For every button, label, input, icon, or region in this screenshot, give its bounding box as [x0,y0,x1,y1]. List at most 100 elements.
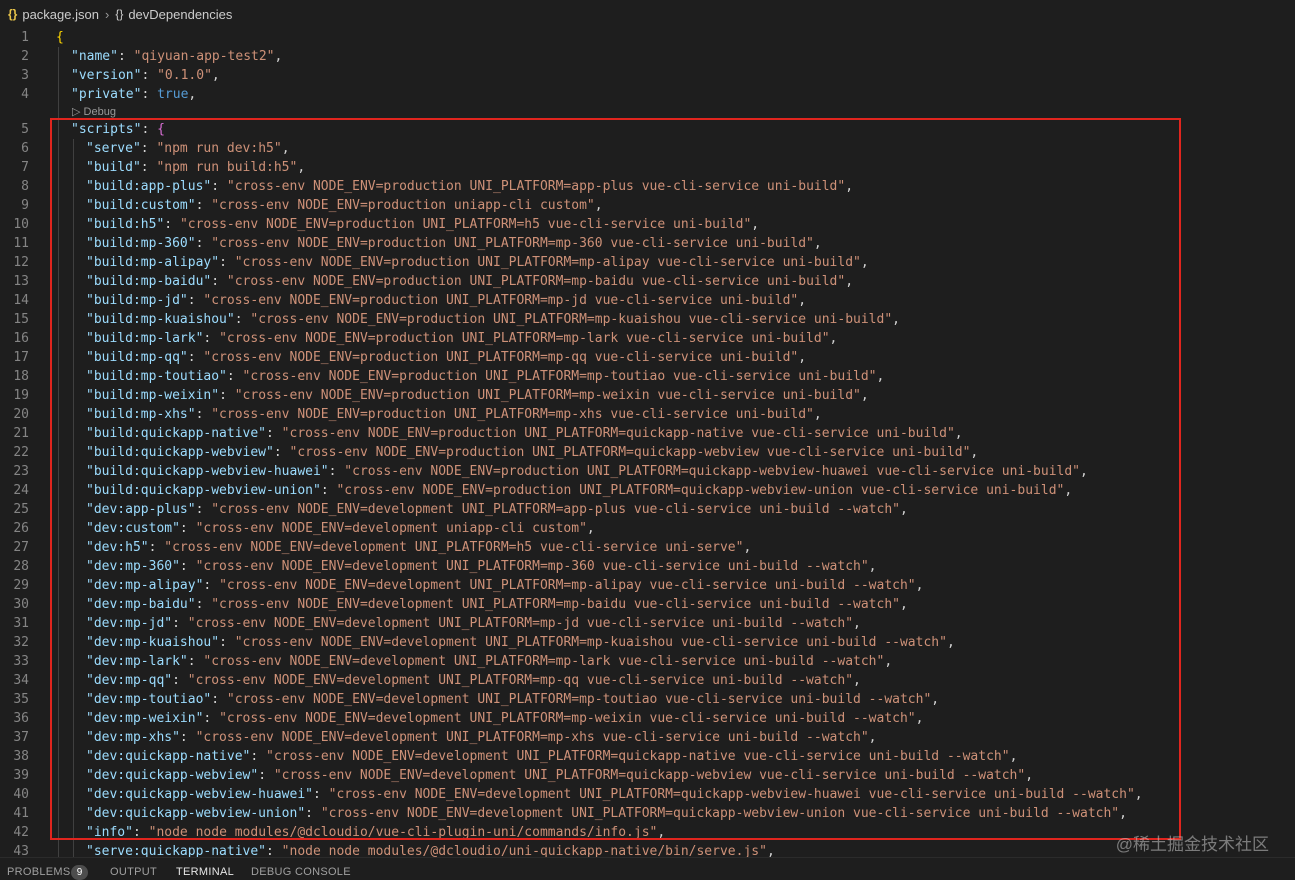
code-text: "dev:custom": "cross-env NODE_ENV=develo… [86,521,595,536]
json-value: "cross-env NODE_ENV=development UNI_PLAT… [211,597,900,612]
code-line[interactable]: 43 "serve:quickapp-native": "node node_mo… [0,842,1295,857]
code-line[interactable]: 24 "build:quickapp-webview-union": "cross… [0,481,1295,500]
code-text: "build:mp-weixin": "cross-env NODE_ENV=p… [86,388,869,403]
json-punctuation: , [1009,749,1018,764]
code-line[interactable]: 33 "dev:mp-lark": "cross-env NODE_ENV=dev… [0,652,1295,671]
code-line[interactable]: 14 "build:mp-jd": "cross-env NODE_ENV=pro… [0,291,1295,310]
code-line[interactable]: 17 "build:mp-qq": "cross-env NODE_ENV=pro… [0,348,1295,367]
code-line[interactable]: 7 "build": "npm run build:h5", [0,158,1295,177]
code-text: "dev:mp-baidu": "cross-env NODE_ENV=deve… [86,597,908,612]
code-line[interactable]: 19 "build:mp-weixin": "cross-env NODE_ENV… [0,386,1295,405]
code-line[interactable]: 28 "dev:mp-360": "cross-env NODE_ENV=deve… [0,557,1295,576]
json-punctuation: , [657,825,666,840]
code-line[interactable]: 31 "dev:mp-jd": "cross-env NODE_ENV=devel… [0,614,1295,633]
code-text: "build:quickapp-native": "cross-env NODE… [86,426,963,441]
json-key: "build" [86,160,141,175]
breadcrumb-symbol[interactable]: devDependencies [128,7,232,22]
line-number: 4 [21,87,29,102]
json-key: "build:quickapp-webview-union" [86,483,321,498]
debug-codelens[interactable]: ▷ Debug [72,105,116,119]
code-line[interactable]: 8 "build:app-plus": "cross-env NODE_ENV=p… [0,177,1295,196]
json-value: "cross-env NODE_ENV=development UNI_PLAT… [211,502,900,517]
line-number: 40 [13,787,29,802]
json-punctuation: , [876,369,885,384]
code-editor[interactable]: 1{2 "name": "qiyuan-app-test2", 3 "version"… [0,28,1295,857]
code-line[interactable]: 21 "build:quickapp-native": "cross-env NO… [0,424,1295,443]
tab-output[interactable]: OUTPUT [110,866,157,878]
code-line[interactable]: 5 "scripts": { [0,120,1295,139]
code-line[interactable]: 32 "dev:mp-kuaishou": "cross-env NODE_ENV… [0,633,1295,652]
code-line[interactable]: 38 "dev:quickapp-native": "cross-env NODE… [0,747,1295,766]
code-line[interactable]: 29 "dev:mp-alipay": "cross-env NODE_ENV=d… [0,576,1295,595]
code-line[interactable]: 16 "build:mp-lark": "cross-env NODE_ENV=p… [0,329,1295,348]
code-line[interactable]: 37 "dev:mp-xhs": "cross-env NODE_ENV=deve… [0,728,1295,747]
code-text: "build:mp-baidu": "cross-env NODE_ENV=pr… [86,274,854,289]
open-brace: { [56,30,64,45]
code-line[interactable]: 6 "serve": "npm run dev:h5", [0,139,1295,158]
json-value: "cross-env NODE_ENV=development UNI_PLAT… [234,635,947,650]
breadcrumb: {} package.json › {} devDependencies [0,0,1295,28]
json-value: "cross-env NODE_ENV=production UNI_PLATF… [281,426,955,441]
json-key: "serve:quickapp-native" [86,844,267,857]
code-line[interactable]: 39 "dev:quickapp-webview": "cross-env NOD… [0,766,1295,785]
tab-terminal[interactable]: TERMINAL [176,866,234,878]
code-line[interactable]: 13 "build:mp-baidu": "cross-env NODE_ENV=… [0,272,1295,291]
code-line[interactable]: 36 "dev:mp-weixin": "cross-env NODE_ENV=d… [0,709,1295,728]
code-text: "build:mp-lark": "cross-env NODE_ENV=pro… [86,331,838,346]
code-line[interactable]: 4 "private": true, [0,85,1295,104]
json-punctuation: , [1025,768,1034,783]
code-text: "serve": "npm run dev:h5", [86,141,290,156]
json-key: "serve" [86,141,141,156]
line-number: 5 [21,122,29,137]
chevron-right-icon: › [104,6,110,22]
code-line[interactable]: 41 "dev:quickapp-webview-union": "cross-e… [0,804,1295,823]
line-number: 9 [21,198,29,213]
breadcrumb-file[interactable]: package.json [22,7,99,22]
code-line[interactable]: 15 "build:mp-kuaishou": "cross-env NODE_E… [0,310,1295,329]
code-line[interactable]: 10 "build:h5": "cross-env NODE_ENV=produc… [0,215,1295,234]
code-line[interactable]: 40 "dev:quickapp-webview-huawei": "cross-… [0,785,1295,804]
code-text: "dev:mp-weixin": "cross-env NODE_ENV=dev… [86,711,924,726]
code-line[interactable]: 35 "dev:mp-toutiao": "cross-env NODE_ENV=… [0,690,1295,709]
code-line[interactable]: 2 "name": "qiyuan-app-test2", [0,47,1295,66]
line-number: 12 [13,255,29,270]
json-key: "dev:h5" [86,540,149,555]
code-line[interactable]: 27 "dev:h5": "cross-env NODE_ENV=developm… [0,538,1295,557]
json-key: "dev:quickapp-native" [86,749,251,764]
code-text: "build:h5": "cross-env NODE_ENV=producti… [86,217,760,232]
line-number: 23 [13,464,29,479]
line-number: 21 [13,426,29,441]
json-value: "cross-env NODE_ENV=development UNI_PLAT… [320,806,1120,821]
code-text: "build:quickapp-webview-huawei": "cross-… [86,464,1088,479]
json-value: "cross-env NODE_ENV=development UNI_PLAT… [219,711,916,726]
json-punctuation: , [751,217,760,232]
code-line[interactable]: 3 "version": "0.1.0", [0,66,1295,85]
code-line[interactable]: 34 "dev:mp-qq": "cross-env NODE_ENV=devel… [0,671,1295,690]
code-line[interactable]: 25 "dev:app-plus": "cross-env NODE_ENV=de… [0,500,1295,519]
json-punctuation: , [211,68,220,83]
code-line[interactable]: 30 "dev:mp-baidu": "cross-env NODE_ENV=de… [0,595,1295,614]
json-value: "cross-env NODE_ENV=development UNI_PLAT… [219,578,916,593]
code-line[interactable]: 1{ [0,28,1295,47]
tab-problems[interactable]: PROBLEMS [7,866,71,878]
json-punctuation: , [813,407,822,422]
json-value: "qiyuan-app-test2" [133,49,275,64]
json-key: "dev:mp-qq" [86,673,173,688]
code-line[interactable]: 23 "build:quickapp-webview-huawei": "cros… [0,462,1295,481]
tab-debug-console[interactable]: DEBUG CONSOLE [251,866,351,878]
line-number: 36 [13,711,29,726]
code-line[interactable]: 11 "build:mp-360": "cross-env NODE_ENV=pr… [0,234,1295,253]
json-punctuation: , [899,597,908,612]
code-line[interactable]: 12 "build:mp-alipay": "cross-env NODE_ENV… [0,253,1295,272]
code-text: "dev:h5": "cross-env NODE_ENV=developmen… [86,540,752,555]
code-text: "dev:mp-qq": "cross-env NODE_ENV=develop… [86,673,861,688]
code-line[interactable]: 22 "build:quickapp-webview": "cross-env N… [0,443,1295,462]
json-punctuation: , [274,49,283,64]
code-line[interactable]: 20 "build:mp-xhs": "cross-env NODE_ENV=pr… [0,405,1295,424]
json-key: "build:mp-jd" [86,293,188,308]
code-line[interactable]: 18 "build:mp-toutiao": "cross-env NODE_EN… [0,367,1295,386]
code-text: "build:mp-xhs": "cross-env NODE_ENV=prod… [86,407,822,422]
code-line[interactable]: 42 "info": "node node_modules/@dcloudio/v… [0,823,1295,842]
code-line[interactable]: 26 "dev:custom": "cross-env NODE_ENV=deve… [0,519,1295,538]
code-line[interactable]: 9 "build:custom": "cross-env NODE_ENV=pro… [0,196,1295,215]
